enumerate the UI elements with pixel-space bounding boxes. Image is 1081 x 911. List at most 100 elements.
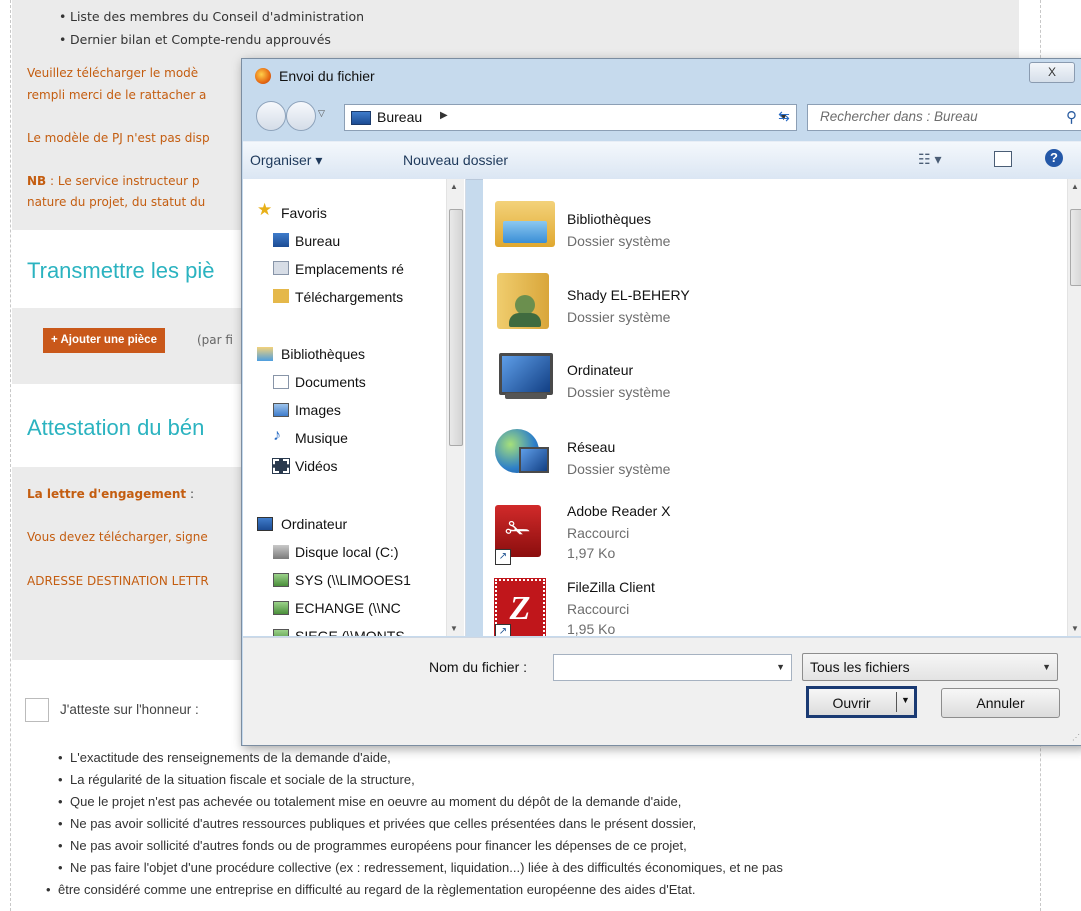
- chevron-down-icon: ▼: [1042, 662, 1051, 672]
- new-folder-button[interactable]: Nouveau dossier: [403, 152, 508, 168]
- nav-item-emplacements[interactable]: Emplacements ré: [295, 261, 404, 277]
- file-name: Adobe Reader X: [567, 503, 671, 519]
- filetype-value: Tous les fichiers: [810, 659, 910, 675]
- open-options-chevron-icon[interactable]: ▼: [901, 695, 910, 705]
- nav-item-bibliotheques[interactable]: Bibliothèques: [281, 346, 365, 362]
- user-folder-icon: [497, 273, 549, 329]
- search-input[interactable]: Rechercher dans : Bureau ⚲: [807, 104, 1081, 131]
- page-border-left: [10, 0, 11, 911]
- scroll-down-icon[interactable]: ▼: [1071, 624, 1079, 633]
- dialog-titlebar[interactable]: Envoi du fichier X: [242, 59, 1081, 93]
- list-item: Que le projet n'est pas achevée ou total…: [58, 794, 681, 809]
- nav-item-sys[interactable]: SYS (\\LIMOOES1: [295, 572, 411, 588]
- dialog-title: Envoi du fichier: [279, 68, 375, 84]
- cancel-button[interactable]: Annuler: [941, 688, 1060, 718]
- file-type: Raccourci: [567, 525, 630, 541]
- close-button[interactable]: X: [1029, 62, 1075, 83]
- attest-checkbox[interactable]: [25, 698, 49, 722]
- file-list: Bibliothèques Dossier système Shady EL-B…: [483, 179, 1081, 636]
- split-divider: [896, 692, 897, 712]
- address-bar[interactable]: Bureau ▶ ▼: [344, 104, 797, 131]
- chevron-down-icon[interactable]: ▼: [776, 662, 785, 672]
- libraries-icon: [257, 347, 273, 361]
- nav-item-disque-c[interactable]: Disque local (C:): [295, 544, 398, 560]
- list-item: L'exactitude des renseignements de la de…: [58, 750, 391, 765]
- filename-label: Nom du fichier :: [429, 659, 528, 675]
- dialog-toolbar: Organiser ▾ Nouveau dossier ☷ ▾ ?: [243, 141, 1081, 180]
- nb-label: NB: [27, 174, 47, 188]
- help-icon[interactable]: ?: [1045, 149, 1063, 167]
- info-text: Veuillez télécharger le modè: [27, 66, 199, 80]
- downloads-icon: [273, 289, 289, 303]
- search-icon[interactable]: ⚲: [1066, 108, 1077, 126]
- address-text: ADRESSE DESTINATION LETTR: [27, 574, 209, 588]
- letter-label-bold: La lettre d'engagement: [27, 487, 187, 501]
- filetype-select[interactable]: Tous les fichiers ▼: [802, 653, 1058, 681]
- desktop-icon: [273, 233, 289, 247]
- nav-item-favoris[interactable]: Favoris: [281, 205, 327, 221]
- firefox-icon: [255, 68, 271, 84]
- nav-item-echange[interactable]: ECHANGE (\\NC: [295, 600, 401, 616]
- section-title-attestation: Attestation du bén: [27, 415, 205, 440]
- nav-item-documents[interactable]: Documents: [295, 374, 366, 390]
- filename-input[interactable]: ▼: [553, 654, 792, 681]
- section-title-pieces: Transmettre les piè: [27, 258, 215, 283]
- add-piece-button[interactable]: + Ajouter une pièce: [43, 328, 165, 353]
- breadcrumb-arrow-icon[interactable]: ▶: [440, 110, 448, 121]
- scroll-up-icon[interactable]: ▲: [450, 182, 458, 191]
- file-name: Ordinateur: [567, 362, 634, 378]
- nav-item-images[interactable]: Images: [295, 402, 341, 418]
- list-item-continued: être considéré comme une entreprise en d…: [46, 882, 695, 897]
- nav-item-musique[interactable]: Musique: [295, 430, 348, 446]
- letter-label: La lettre d'engagement :: [27, 487, 194, 501]
- file-name: Réseau: [567, 439, 616, 455]
- nav-scroll-thumb[interactable]: [449, 209, 463, 446]
- star-icon: ★: [257, 200, 273, 219]
- nav-item-videos[interactable]: Vidéos: [295, 458, 338, 474]
- file-scroll-thumb[interactable]: [1070, 209, 1081, 286]
- nav-item-bureau[interactable]: Bureau: [295, 233, 340, 249]
- info-text: nature du projet, du statut du: [27, 195, 206, 209]
- nb-text: NB : Le service instructeur p: [27, 174, 199, 188]
- address-crumb[interactable]: Bureau: [377, 109, 422, 125]
- forward-button[interactable]: [286, 101, 316, 131]
- network-drive-icon: [273, 573, 289, 587]
- file-type: Dossier système: [567, 309, 671, 325]
- attest-label: J'atteste sur l'honneur :: [60, 702, 199, 717]
- hard-disk-icon: [273, 545, 289, 559]
- nav-item-ordinateur[interactable]: Ordinateur: [281, 516, 347, 532]
- list-item: Ne pas avoir sollicité d'autres fonds ou…: [58, 838, 687, 853]
- nav-scrollbar[interactable]: ▲ ▼: [446, 179, 464, 636]
- shortcut-arrow-icon: ↗: [495, 549, 511, 565]
- resize-grip-icon[interactable]: ⋰: [1072, 733, 1080, 742]
- file-name: FileZilla Client: [567, 579, 655, 595]
- search-placeholder: Rechercher dans : Bureau: [820, 109, 978, 124]
- desktop-icon: [351, 111, 371, 125]
- open-button[interactable]: Ouvrir ▼: [806, 686, 917, 718]
- file-list-scrollbar[interactable]: ▲ ▼: [1067, 179, 1081, 636]
- computer-icon: [499, 353, 553, 395]
- nb-line: : Le service instructeur p: [46, 174, 200, 188]
- file-size: 1,95 Ko: [567, 621, 616, 636]
- file-size: 1,97 Ko: [567, 545, 616, 561]
- nav-item-telechargements[interactable]: Téléchargements: [295, 289, 403, 305]
- dialog-footer: Nom du fichier : ▼ Tous les fichiers ▼ O…: [243, 637, 1081, 745]
- images-icon: [273, 403, 289, 417]
- recent-places-icon: [273, 261, 289, 275]
- add-piece-hint: (par fi: [197, 333, 233, 347]
- organize-button[interactable]: Organiser ▾: [250, 152, 322, 169]
- scroll-up-icon[interactable]: ▲: [1071, 182, 1079, 191]
- file-name: Shady EL-BEHERY: [567, 287, 690, 303]
- preview-pane-icon[interactable]: [994, 151, 1012, 167]
- recent-pages-chevron-icon[interactable]: ▽: [318, 108, 325, 119]
- file-type: Dossier système: [567, 461, 671, 477]
- change-view-icon[interactable]: ☷ ▾: [918, 151, 941, 168]
- scroll-down-icon[interactable]: ▼: [450, 624, 458, 633]
- music-icon: ♪: [273, 427, 281, 444]
- refresh-icon[interactable]: ⇆: [770, 104, 798, 129]
- network-drive-icon: [273, 601, 289, 615]
- nav-item-siege[interactable]: SIEGE (\\MONTS: [295, 628, 405, 636]
- letter-text: Vous devez télécharger, signe: [27, 530, 208, 544]
- documents-icon: [273, 375, 289, 389]
- back-button[interactable]: [256, 101, 286, 131]
